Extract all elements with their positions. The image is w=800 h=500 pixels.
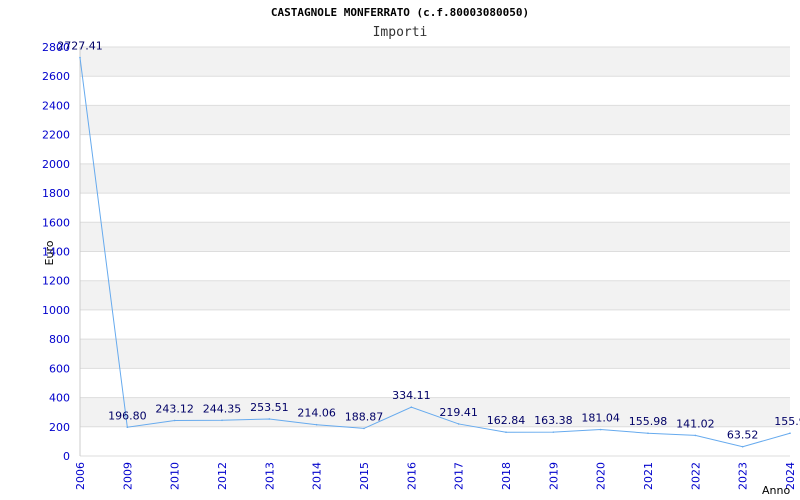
x-tick-label: 2010 bbox=[169, 462, 182, 490]
y-tick-label: 1000 bbox=[42, 304, 70, 317]
data-label: 219.41 bbox=[439, 406, 478, 419]
data-label: 162.84 bbox=[487, 414, 526, 427]
data-label: 214.06 bbox=[297, 407, 336, 420]
data-point bbox=[221, 419, 223, 422]
data-label: 196.80 bbox=[108, 409, 147, 422]
plot-band bbox=[80, 251, 790, 281]
plot-band bbox=[80, 426, 790, 456]
y-tick-label: 800 bbox=[49, 333, 70, 346]
data-point bbox=[647, 432, 649, 435]
x-tick-label: 2014 bbox=[311, 462, 324, 490]
data-point bbox=[505, 431, 507, 434]
data-point bbox=[741, 445, 744, 448]
plot-band bbox=[80, 222, 790, 252]
plot-band bbox=[80, 134, 790, 164]
y-axis-label: Euro bbox=[43, 240, 56, 265]
plot-band bbox=[80, 368, 790, 398]
x-tick-label: 2017 bbox=[453, 462, 466, 490]
data-label: 155.98 bbox=[629, 415, 668, 428]
line-chart: 0200400600800100012001400160018002000220… bbox=[42, 40, 800, 497]
plot-band bbox=[80, 280, 790, 310]
data-label: 163.38 bbox=[534, 414, 573, 427]
plot-band bbox=[80, 47, 790, 77]
x-axis-label: Anno bbox=[762, 484, 790, 497]
x-tick-label: 2021 bbox=[642, 462, 655, 490]
data-label: 188.87 bbox=[345, 410, 384, 423]
y-tick-label: 200 bbox=[49, 421, 70, 434]
plot-band bbox=[80, 76, 790, 106]
data-label: 63.52 bbox=[727, 429, 759, 442]
y-tick-label: 0 bbox=[63, 450, 70, 463]
plot-band bbox=[80, 309, 790, 340]
y-tick-label: 2200 bbox=[42, 129, 70, 142]
x-tick-label: 2006 bbox=[74, 462, 87, 490]
plot-band bbox=[80, 339, 790, 369]
x-tick-label: 2013 bbox=[263, 462, 276, 490]
x-tick-label: 2016 bbox=[405, 462, 418, 490]
data-point bbox=[789, 432, 791, 435]
y-tick-label: 2400 bbox=[42, 99, 70, 112]
data-point bbox=[457, 423, 460, 425]
data-point bbox=[173, 419, 176, 422]
data-label: 243.12 bbox=[155, 402, 194, 415]
y-tick-label: 1600 bbox=[42, 216, 70, 229]
y-tick-label: 1800 bbox=[42, 187, 70, 200]
data-point bbox=[79, 56, 81, 59]
data-point bbox=[268, 418, 271, 420]
y-tick-label: 600 bbox=[49, 362, 70, 375]
data-label: 155.9 bbox=[774, 415, 800, 428]
y-tick-label: 2000 bbox=[42, 158, 70, 171]
data-label: 181.04 bbox=[581, 412, 620, 425]
data-point bbox=[315, 423, 318, 426]
data-point bbox=[599, 428, 602, 431]
data-label: 253.51 bbox=[250, 401, 289, 414]
data-label: 334.11 bbox=[392, 389, 431, 402]
data-point bbox=[410, 406, 413, 408]
y-tick-label: 400 bbox=[49, 392, 70, 405]
y-tick-label: 2600 bbox=[42, 70, 70, 83]
x-tick-label: 2022 bbox=[689, 462, 702, 490]
data-point bbox=[552, 431, 555, 433]
x-tick-label: 2009 bbox=[121, 462, 134, 490]
x-tick-label: 2020 bbox=[595, 462, 608, 490]
data-label: 141.02 bbox=[676, 417, 715, 430]
plot-band bbox=[80, 193, 790, 223]
data-point bbox=[126, 426, 129, 429]
data-label: 2727.41 bbox=[57, 40, 103, 53]
x-axis-ticks: 2006 2009 2010 2012 2013 2014 2015 2016 2017 2018… bbox=[74, 462, 797, 490]
data-point bbox=[363, 427, 365, 430]
x-tick-label: 2018 bbox=[500, 462, 513, 490]
y-tick-label: 1200 bbox=[42, 275, 70, 288]
x-tick-label: 2012 bbox=[216, 462, 229, 490]
data-label: 244.35 bbox=[203, 402, 242, 415]
plot-band bbox=[80, 163, 790, 194]
x-tick-label: 2019 bbox=[547, 462, 560, 490]
data-point bbox=[694, 434, 697, 437]
plot-band bbox=[80, 105, 790, 135]
x-tick-label: 2023 bbox=[737, 462, 750, 490]
x-tick-label: 2015 bbox=[358, 462, 371, 490]
